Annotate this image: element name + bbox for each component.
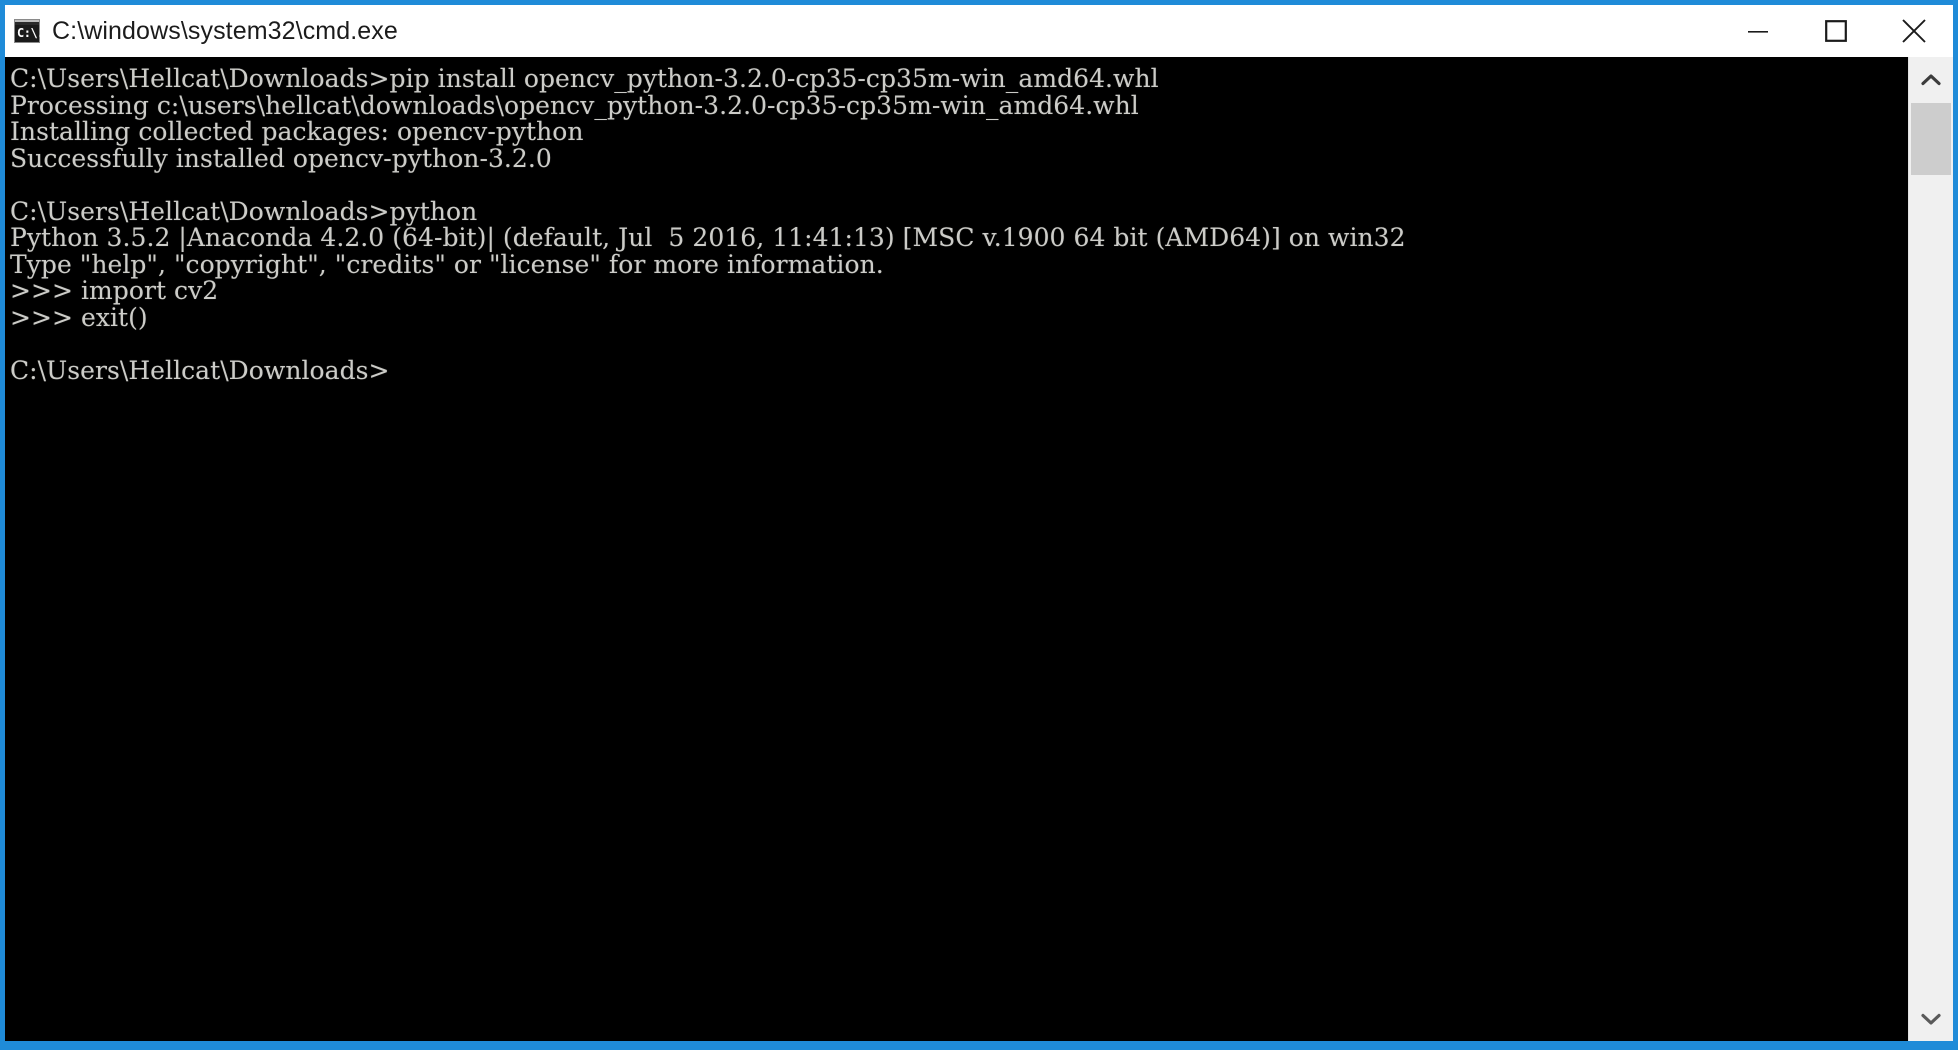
minimize-icon [1748,31,1768,33]
cmd-icon-titlebar-strip [15,20,39,25]
minimize-button[interactable] [1719,5,1797,57]
maximize-button[interactable] [1797,5,1875,57]
scroll-down-button[interactable] [1909,997,1953,1041]
close-button[interactable] [1875,5,1953,57]
window-title: C:\windows\system32\cmd.exe [52,16,398,45]
chevron-down-icon [1921,1013,1941,1025]
scroll-up-button[interactable] [1909,57,1953,101]
title-bar-left: C:\. C:\windows\system32\cmd.exe [5,17,1719,46]
terminal-output-area[interactable]: C:\Users\Hellcat\Downloads>pip install o… [5,57,1908,1041]
cmd-icon-glyph: C:\. [17,26,44,40]
vertical-scrollbar[interactable] [1908,57,1953,1041]
cmd-window: C:\. C:\windows\system32\cmd.exe C:\User… [0,0,1958,1050]
scrollbar-thumb[interactable] [1911,103,1951,175]
console-text: C:\Users\Hellcat\Downloads>pip install o… [10,64,1406,385]
maximize-icon [1825,20,1847,42]
title-bar[interactable]: C:\. C:\windows\system32\cmd.exe [5,5,1953,57]
close-icon [1902,19,1926,43]
window-controls [1719,5,1953,57]
cmd-console-icon: C:\. [14,19,44,43]
chevron-up-icon [1921,73,1941,85]
